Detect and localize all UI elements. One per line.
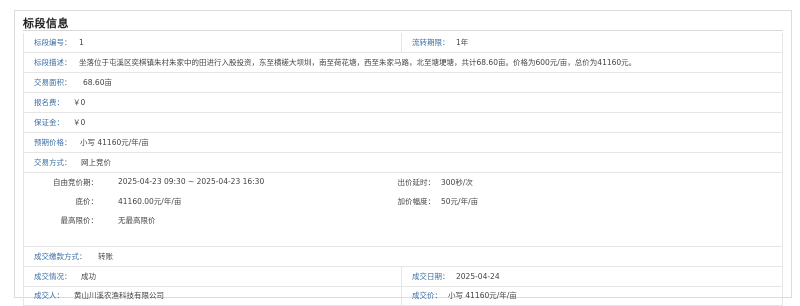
deal-status-label: 成交情况： <box>34 271 72 281</box>
bidding-period-label: 自由竞价期： <box>53 178 98 187</box>
bid-info-table: 标段编号： 1 流转期限： 1年 标段描述： 坐落位于屯溪区奕棋镇朱村朱家中的田… <box>23 33 783 306</box>
section-number-label: 标段编号： <box>34 38 72 47</box>
bid-section-panel: 标段信息 标段编号： 1 流转期限： 1年 标段描述： 坐落位于屯溪区奕棋镇朱村… <box>14 10 792 306</box>
base-price-label: 底价： <box>75 197 99 206</box>
trade-method-value: 网上竞价 <box>81 158 111 167</box>
max-price-label: 最高限价： <box>60 216 99 225</box>
expected-price-label: 预期价格： <box>34 138 72 147</box>
registration-fee-label: 报名费： <box>34 98 64 107</box>
column-divider <box>401 286 402 305</box>
deal-price-label: 成交价： <box>412 291 442 301</box>
buyer-value: 黄山川溪农渔科技有限公司 <box>74 291 164 301</box>
row-registration-fee: 报名费： ￥0 <box>24 93 782 113</box>
row-section-number: 标段编号： 1 流转期限： 1年 <box>24 33 782 53</box>
deposit-value: ￥0 <box>73 118 86 127</box>
registration-fee-value: ￥0 <box>73 98 86 107</box>
row-deal-party: 成交人： 黄山川溪农渔科技有限公司 成交价： 小写 41160元/年/亩 <box>24 286 782 306</box>
title-divider <box>23 30 783 31</box>
section-number-value: 1 <box>79 38 84 47</box>
deal-date-value: 2025-04-24 <box>456 271 500 281</box>
transfer-term-label: 流转期限： <box>412 38 450 47</box>
deposit-label: 保证金： <box>34 118 64 127</box>
base-price-value: 41160.00元/年/亩 <box>118 197 182 206</box>
column-divider <box>401 33 402 52</box>
bid-delay-label: 出价延时： <box>397 178 436 187</box>
row-section-description: 标段描述： 坐落位于屯溪区奕棋镇朱村朱家中的田进行入股投资，东至横槎大坝圳，南至… <box>24 53 782 73</box>
bid-delay-value: 300秒/次 <box>441 178 473 187</box>
section-description-value: 坐落位于屯溪区奕棋镇朱村朱家中的田进行入股投资，东至横槎大坝圳，南至荷花塘，西至… <box>79 58 637 67</box>
row-trade-method: 交易方式： 网上竞价 <box>24 153 782 173</box>
payment-method-label: 成交缴款方式： <box>34 252 87 261</box>
transfer-term-value: 1年 <box>456 38 469 47</box>
payment-method-value: 转账 <box>98 252 113 261</box>
bidding-period-value: 2025-04-23 09:30 ~ 2025-04-23 16:30 <box>118 177 265 186</box>
buyer-label: 成交人： <box>34 291 64 301</box>
trade-area-value: 68.60亩 <box>83 78 112 87</box>
trade-method-label: 交易方式： <box>34 158 72 167</box>
price-increment-value: 50元/年/亩 <box>441 197 479 206</box>
expected-price-value: 小写 41160元/年/亩 <box>80 138 149 147</box>
trade-area-label: 交易面积： <box>34 78 72 87</box>
row-deposit: 保证金： ￥0 <box>24 113 782 133</box>
price-increment-label: 加价幅度： <box>397 197 436 206</box>
deal-price-value: 小写 41160元/年/亩 <box>448 291 517 301</box>
section-title: 标段信息 <box>23 17 69 30</box>
section-description-label: 标段描述： <box>34 58 72 67</box>
row-trade-area: 交易面积： 68.60亩 <box>24 73 782 93</box>
row-payment-method: 成交缴款方式： 转账 <box>24 247 782 267</box>
deal-date-label: 成交日期： <box>412 271 450 281</box>
deal-status-value: 成功 <box>81 271 96 281</box>
row-auction-details: 自由竞价期： 2025-04-23 09:30 ~ 2025-04-23 16:… <box>24 173 782 247</box>
row-expected-price: 预期价格： 小写 41160元/年/亩 <box>24 133 782 153</box>
row-deal-status: 成交情况： 成功 成交日期： 2025-04-24 <box>24 267 782 287</box>
max-price-value: 无最高限价 <box>118 216 156 225</box>
column-divider <box>401 267 402 286</box>
